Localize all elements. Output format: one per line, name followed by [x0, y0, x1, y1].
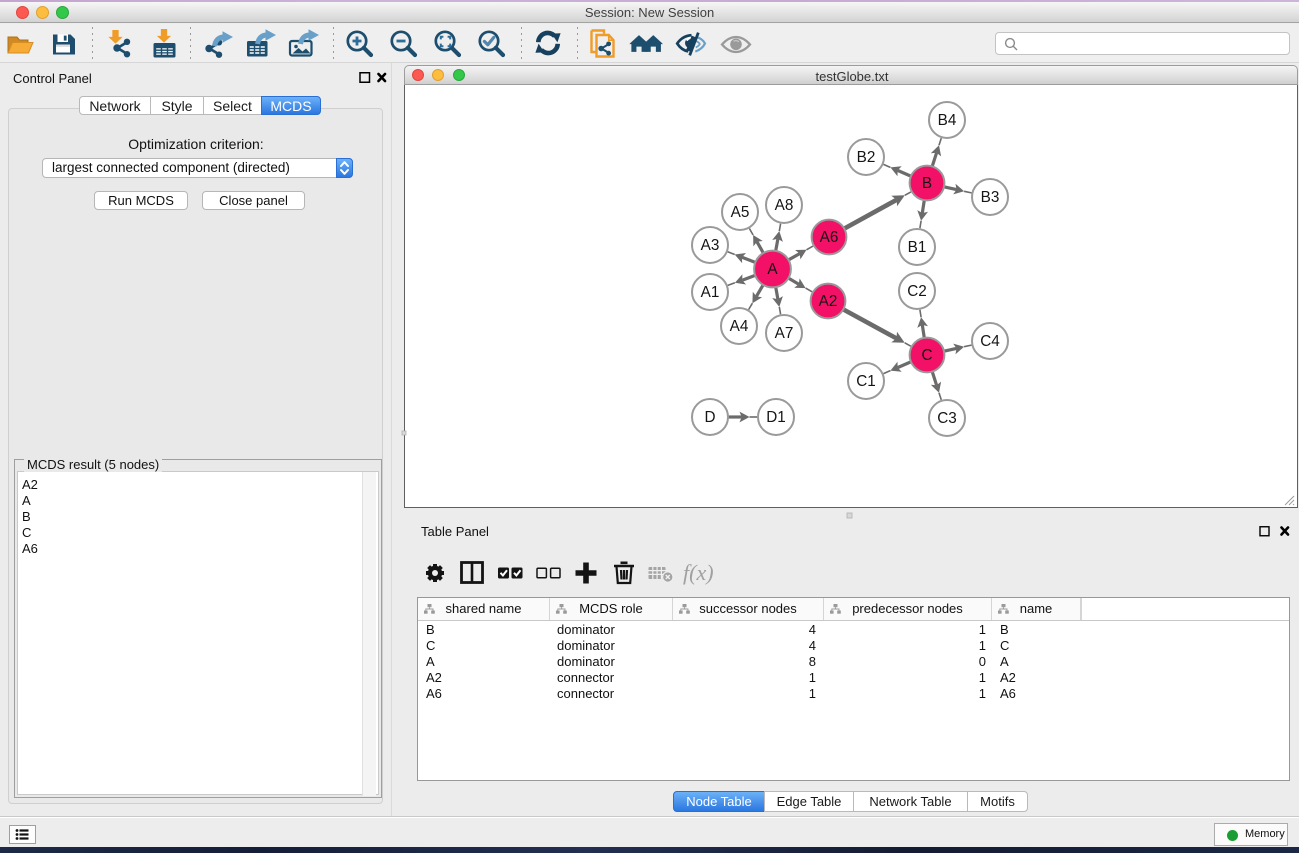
- svg-text:B1: B1: [908, 239, 927, 256]
- svg-text:A7: A7: [775, 325, 794, 342]
- svg-text:A3: A3: [701, 237, 720, 254]
- svg-text:C: C: [921, 347, 932, 364]
- svg-text:C1: C1: [856, 373, 876, 390]
- svg-text:D1: D1: [766, 409, 786, 426]
- svg-text:A4: A4: [730, 318, 749, 335]
- svg-text:A2: A2: [819, 293, 838, 310]
- svg-text:C3: C3: [937, 410, 957, 427]
- svg-text:B3: B3: [981, 189, 1000, 206]
- svg-text:B2: B2: [857, 149, 876, 166]
- svg-text:A6: A6: [820, 229, 839, 246]
- svg-text:C2: C2: [907, 283, 927, 300]
- svg-text:B: B: [922, 175, 932, 192]
- svg-text:f(x): f(x): [683, 560, 714, 585]
- svg-text:A5: A5: [731, 204, 750, 221]
- svg-text:C4: C4: [980, 333, 1000, 350]
- svg-text:B4: B4: [938, 112, 957, 129]
- svg-text:D: D: [704, 409, 715, 426]
- svg-text:A8: A8: [775, 197, 794, 214]
- svg-text:A1: A1: [701, 284, 720, 301]
- svg-text:A: A: [767, 261, 778, 278]
